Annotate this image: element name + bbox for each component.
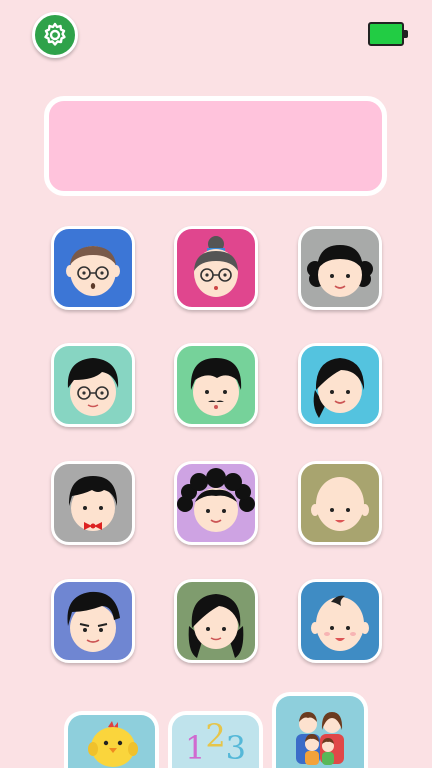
chick-icon: [88, 721, 138, 767]
contact-infant[interactable]: [298, 579, 382, 663]
boy-face-icon: [67, 591, 120, 652]
number-3: 3: [225, 729, 247, 767]
contact-grid: [0, 0, 432, 768]
girl-face-icon: [188, 594, 244, 658]
infant-face-icon: [311, 595, 369, 651]
family-button[interactable]: [272, 692, 368, 768]
dad-face-icon: [67, 358, 119, 416]
contact-grandma[interactable]: [174, 226, 258, 310]
contact-uncle[interactable]: [174, 343, 258, 427]
aunt-face-icon: [307, 245, 373, 297]
contact-grandpa[interactable]: [51, 226, 135, 310]
number-1: 1: [184, 729, 206, 767]
contact-brother[interactable]: [51, 461, 135, 545]
uncle-face-icon: [190, 358, 242, 416]
sister-face-icon: [177, 468, 255, 532]
contact-sister[interactable]: [174, 461, 258, 545]
numbers-icon: 123: [172, 717, 259, 767]
contact-boy[interactable]: [51, 579, 135, 663]
mom-face-icon: [313, 358, 365, 418]
numbers-button[interactable]: 123: [168, 711, 263, 768]
brother-face-icon: [68, 476, 118, 531]
contact-dad[interactable]: [51, 343, 135, 427]
grandpa-face-icon: [66, 246, 120, 296]
family-icon: [296, 712, 344, 765]
contact-girl[interactable]: [174, 579, 258, 663]
contact-aunt[interactable]: [298, 226, 382, 310]
animals-button[interactable]: [64, 711, 159, 768]
contact-baby[interactable]: [298, 461, 382, 545]
grandma-face-icon: [194, 236, 238, 297]
contact-mom[interactable]: [298, 343, 382, 427]
baby-face-icon: [311, 477, 369, 531]
number-2: 2: [205, 717, 226, 755]
